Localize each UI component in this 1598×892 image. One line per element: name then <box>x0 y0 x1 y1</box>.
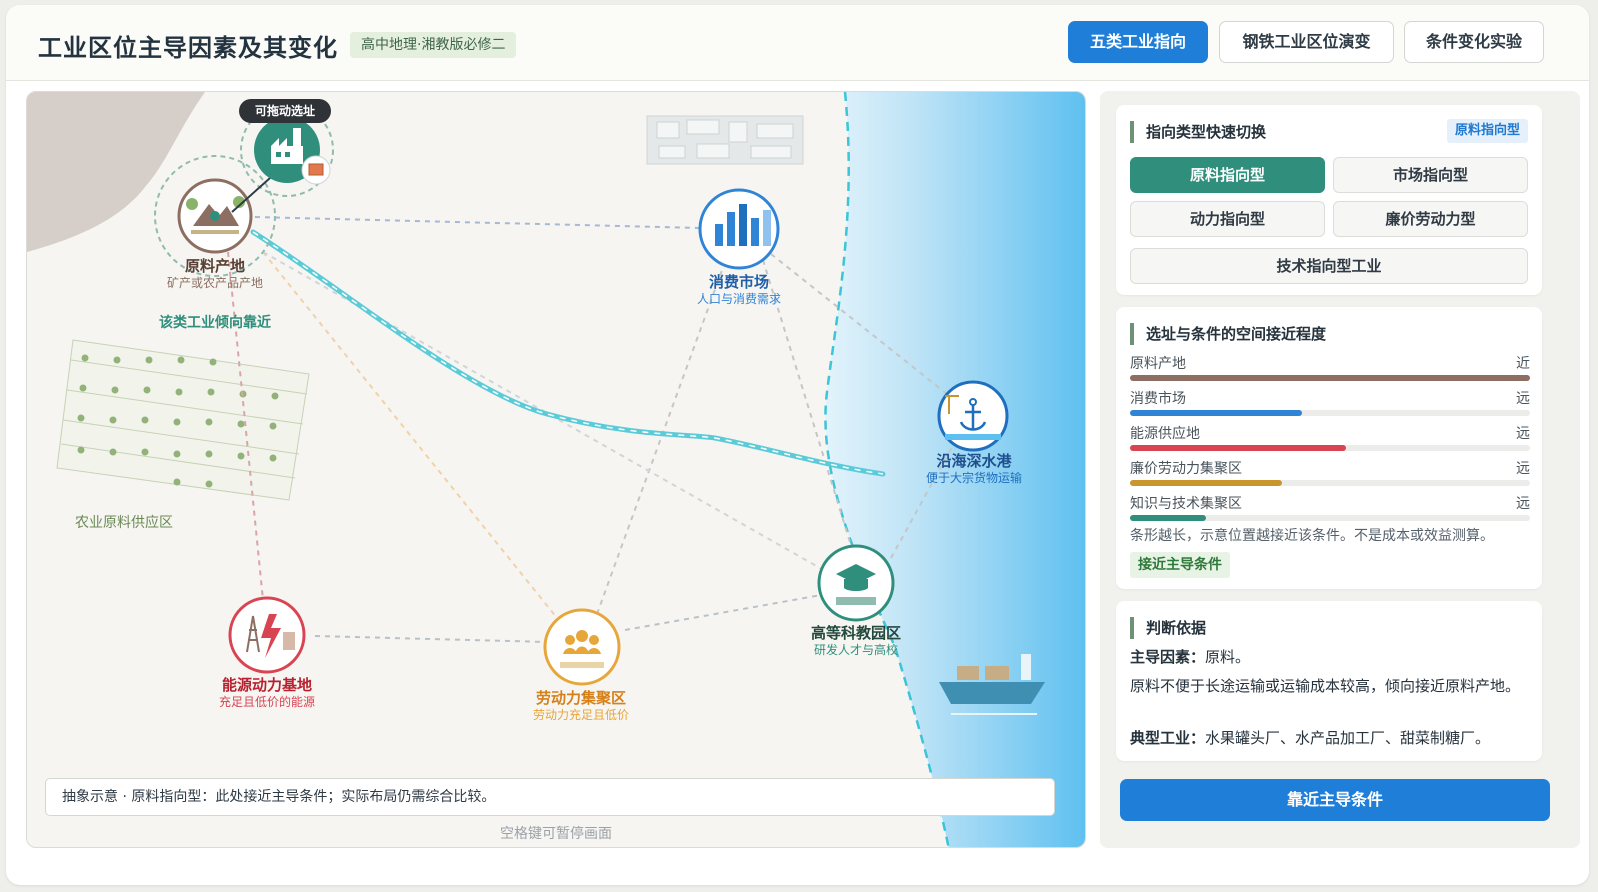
proximity-bar-track <box>1130 445 1530 451</box>
proximity-bar-track <box>1130 515 1530 521</box>
current-type-badge: 原料指向型 <box>1446 119 1528 143</box>
proximity-bar-fill <box>1130 480 1282 486</box>
market-node[interactable] <box>698 188 780 270</box>
proximity-row-value: 近 <box>1516 356 1530 372</box>
market-name: 消费市场 <box>708 273 770 291</box>
raw-material-label: 原料产地 矿产或农产品产地 <box>167 257 263 291</box>
proximity-bar-fill <box>1130 375 1530 381</box>
proximity-row-value: 远 <box>1516 391 1530 407</box>
proximity-row-value: 远 <box>1516 496 1530 512</box>
market-label: 消费市场 人口与消费需求 <box>697 273 781 307</box>
type-button-cheap-labor[interactable]: 廉价劳动力型 <box>1333 201 1528 237</box>
basis-title: 判断依据 <box>1130 617 1206 639</box>
proximity-row-value: 远 <box>1516 426 1530 442</box>
pause-hint: 空格键可暂停画面 <box>500 826 612 842</box>
basis-reason: 原料不便于长途运输或运输成本较高，倾向接近原料产地。 <box>1130 677 1521 695</box>
energy-base-name: 能源动力基地 <box>221 676 313 694</box>
raw-material-desc: 矿产或农产品产地 <box>166 276 264 290</box>
proximity-bar-track <box>1130 480 1530 486</box>
header-bar: 工业区位主导因素及其变化 高中地理·湘教版必修二 五类工业指向 钢铁工业区位演变… <box>6 5 1589 81</box>
port-desc: 便于大宗货物运输 <box>925 471 1023 485</box>
proximity-bar-track <box>1130 375 1530 381</box>
basis-card: 判断依据 主导因素：原料。 原料不便于长途运输或运输成本较高，倾向接近原料产地。… <box>1116 601 1542 761</box>
proximity-row-label: 知识与技术集聚区 <box>1130 496 1242 512</box>
move-to-dominant-button[interactable]: 靠近主导条件 <box>1120 779 1550 821</box>
labor-pool-name: 劳动力集聚区 <box>535 689 627 707</box>
market-desc: 人口与消费需求 <box>696 292 782 306</box>
energy-base-node[interactable] <box>228 596 306 674</box>
energy-base-desc: 充足且低价的能源 <box>218 695 316 709</box>
mountain-land <box>27 92 205 252</box>
type-switch-title: 指向类型快速切换 <box>1130 121 1266 143</box>
app-window: 工业区位主导因素及其变化 高中地理·湘教版必修二 五类工业指向 钢铁工业区位演变… <box>6 5 1589 885</box>
proximity-row-value: 远 <box>1516 461 1530 477</box>
labor-pool-desc: 劳动力充足且低价 <box>532 708 630 722</box>
labor-pool-label: 劳动力集聚区 劳动力充足且低价 <box>533 689 629 723</box>
proximity-title: 选址与条件的空间接近程度 <box>1130 323 1326 345</box>
typical-industry-line: 典型工业：水果罐头厂、水产品加工厂、甜菜制糖厂。 <box>1130 726 1530 750</box>
tech-park-name: 高等科教园区 <box>810 624 902 642</box>
dominant-factor-line: 主导因素：原料。 <box>1130 645 1530 669</box>
proximity-note: 条形越长，示意位置越接近该条件。不是成本或效益测算。 <box>1130 528 1494 544</box>
farm-area-label: 农业原料供应区 <box>75 515 173 531</box>
dominant-factor-value: 原料。 <box>1205 648 1251 666</box>
typical-industry-label: 典型工业： <box>1130 729 1206 747</box>
farmland <box>56 339 310 501</box>
energy-base-label: 能源动力基地 充足且低价的能源 <box>219 676 315 710</box>
tab-condition-experiment[interactable]: 条件变化实验 <box>1404 21 1544 63</box>
drag-tip: 可拖动选址 <box>239 99 332 123</box>
type-button-power[interactable]: 动力指向型 <box>1130 201 1325 237</box>
dominant-condition-badge: 接近主导条件 <box>1130 552 1230 578</box>
page-title: 工业区位主导因素及其变化 <box>38 34 338 62</box>
proximity-bar-fill <box>1130 445 1346 451</box>
proximity-row-label: 原料产地 <box>1130 356 1186 372</box>
proximity-bar-track <box>1130 410 1530 416</box>
labor-pool-node[interactable] <box>543 608 621 686</box>
proximity-bar-fill <box>1130 410 1302 416</box>
tab-steel-evolution[interactable]: 钢铁工业区位演变 <box>1219 21 1394 63</box>
course-badge: 高中地理·湘教版必修二 <box>350 32 517 58</box>
type-button-technology[interactable]: 技术指向型工业 <box>1130 248 1528 284</box>
dominant-factor-label: 主导因素： <box>1130 648 1206 666</box>
proximity-bar-fill <box>1130 515 1206 521</box>
port-label: 沿海深水港 便于大宗货物运输 <box>926 452 1022 486</box>
type-button-market[interactable]: 市场指向型 <box>1333 157 1528 193</box>
port-name: 沿海深水港 <box>936 452 1012 470</box>
map-caption: 抽象示意 · 原料指向型：此处接近主导条件；实际布局仍需综合比较。 <box>45 778 1055 816</box>
tech-park-node[interactable] <box>817 544 895 622</box>
tech-park-desc: 研发人才与高校 <box>813 643 899 657</box>
proximity-row-label: 能源供应地 <box>1130 426 1200 442</box>
raw-material-name: 原料产地 <box>184 257 246 275</box>
tab-five-industry-types[interactable]: 五类工业指向 <box>1068 21 1208 63</box>
proximity-row-label: 消费市场 <box>1130 391 1186 407</box>
proximity-card: 选址与条件的空间接近程度 原料产地近消费市场远能源供应地远廉价劳动力集聚区远知识… <box>1116 307 1542 589</box>
sidebar: 指向类型快速切换 原料指向型 原料指向型 市场指向型 动力指向型 廉价劳动力型 … <box>1100 91 1580 848</box>
map-canvas[interactable]: 可拖动选址 原料产地 矿产或农产品产地 该类工业倾向靠近 农业原料供应区 消费市… <box>26 91 1086 848</box>
tendency-label: 该类工业倾向靠近 <box>159 315 271 331</box>
typical-industry-value: 水果罐头厂、水产品加工厂、甜菜制糖厂。 <box>1205 729 1491 747</box>
city-blocks <box>646 115 804 165</box>
port-node[interactable] <box>937 380 1009 452</box>
proximity-row-label: 廉价劳动力集聚区 <box>1130 461 1242 477</box>
type-button-raw-material[interactable]: 原料指向型 <box>1130 157 1325 193</box>
type-switch-card: 指向类型快速切换 原料指向型 原料指向型 市场指向型 动力指向型 廉价劳动力型 … <box>1116 105 1542 295</box>
tech-park-label: 高等科教园区 研发人才与高校 <box>811 624 901 658</box>
